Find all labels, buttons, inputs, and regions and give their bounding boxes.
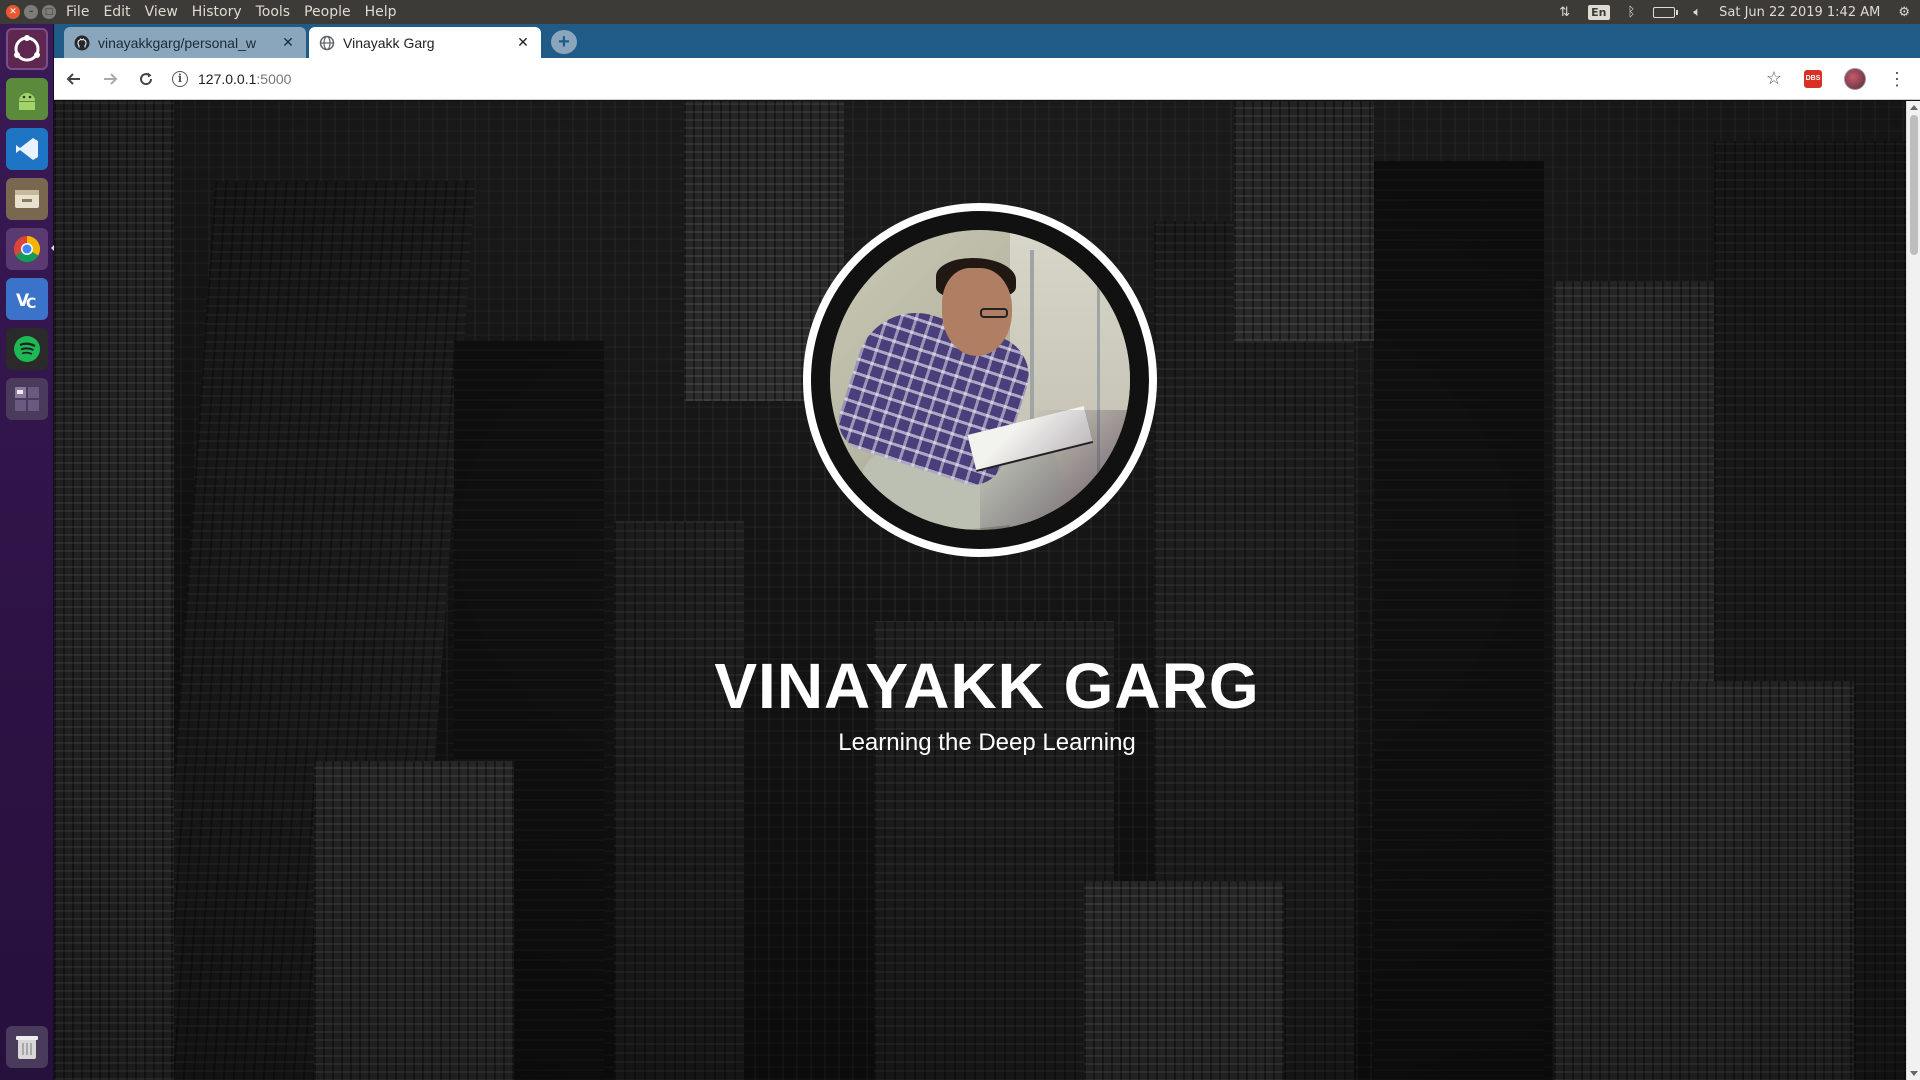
scroll-down-icon[interactable] — [1910, 1071, 1918, 1076]
profile-picture-frame — [803, 203, 1157, 557]
workspace-switcher-icon[interactable] — [6, 378, 48, 420]
chrome-icon[interactable] — [6, 228, 48, 270]
close-tab-icon[interactable]: ✕ — [280, 34, 296, 51]
new-tab-button[interactable]: + — [551, 30, 577, 54]
menu-tools[interactable]: Tools — [254, 4, 293, 20]
spotify-icon[interactable] — [6, 328, 48, 370]
hero-name: VINAYAKK GARG — [714, 650, 1260, 722]
site-info-icon[interactable]: i — [172, 70, 188, 87]
vnc-viewer-icon[interactable]: VC — [6, 278, 48, 320]
menu-history[interactable]: History — [190, 4, 244, 20]
extension-icon[interactable]: DBS — [1804, 69, 1822, 88]
menu-people[interactable]: People — [302, 4, 353, 20]
profile-avatar[interactable] — [1844, 67, 1866, 90]
minimize-window-icon[interactable]: – — [24, 5, 38, 19]
close-window-icon[interactable]: ✕ — [6, 5, 20, 19]
forward-button[interactable] — [94, 63, 126, 95]
trash-icon[interactable] — [6, 1026, 48, 1068]
page-viewport: VINAYAKK GARG Learning the Deep Learning — [54, 101, 1920, 1080]
clock[interactable]: Sat Jun 22 2019 1:42 AM — [1719, 5, 1880, 20]
unity-launcher: VC — [0, 24, 56, 1080]
keyboard-layout-indicator[interactable]: En — [1588, 4, 1610, 20]
system-indicators: ⇅ En ᛒ 🔈︎ Sat Jun 22 2019 1:42 AM ⚙ — [1559, 4, 1920, 20]
volume-muted-icon[interactable]: 🔈︎ — [1693, 5, 1701, 20]
reload-icon — [140, 72, 153, 85]
bookmark-star-icon[interactable]: ☆ — [1766, 68, 1782, 89]
reload-button[interactable] — [130, 63, 162, 95]
window-controls: ✕ – □ — [0, 5, 64, 19]
menu-help[interactable]: Help — [363, 4, 399, 20]
github-icon — [74, 35, 90, 51]
scrollbar-thumb[interactable] — [1910, 115, 1918, 255]
scroll-up-icon[interactable] — [1910, 105, 1918, 110]
files-icon[interactable] — [6, 178, 48, 220]
back-button[interactable] — [58, 63, 90, 95]
chrome-window: vinayakkgarg/personal_w ✕ Vinayakk Garg … — [54, 24, 1920, 1080]
tab-title: Vinayakk Garg — [343, 34, 435, 51]
bluetooth-icon[interactable]: ᛒ — [1628, 5, 1636, 20]
battery-icon[interactable] — [1653, 6, 1679, 18]
tab-github-repo[interactable]: vinayakkgarg/personal_w ✕ — [64, 27, 306, 58]
back-arrow-icon — [66, 72, 80, 85]
url-host: 127.0.0.1 — [198, 70, 257, 87]
profile-photo — [830, 230, 1130, 530]
menu-kebab-icon[interactable]: ⋮ — [1888, 70, 1906, 88]
maximize-window-icon[interactable]: □ — [42, 5, 56, 19]
close-tab-icon[interactable]: ✕ — [515, 34, 531, 51]
hero-tagline: Learning the Deep Learning — [838, 729, 1136, 756]
settings-gear-icon[interactable]: ⚙ — [1898, 5, 1910, 20]
tab-title: vinayakkgarg/personal_w — [98, 34, 256, 51]
address-bar[interactable]: i 127.0.0.1:5000 — [172, 64, 1766, 94]
page-scrollbar[interactable] — [1906, 101, 1920, 1080]
menubar: File Edit View History Tools People Help — [64, 4, 399, 20]
url-port: :5000 — [256, 70, 292, 87]
menu-view[interactable]: View — [143, 4, 180, 20]
network-arrows-icon[interactable]: ⇅ — [1559, 5, 1570, 20]
ubuntu-dash-icon[interactable] — [6, 28, 48, 70]
tab-strip: vinayakkgarg/personal_w ✕ Vinayakk Garg … — [54, 24, 1920, 58]
menu-file[interactable]: File — [64, 4, 91, 20]
top-panel: ✕ – □ File Edit View History Tools Peopl… — [0, 0, 1920, 24]
android-studio-icon[interactable] — [6, 78, 48, 120]
browser-toolbar: i 127.0.0.1:5000 ☆ DBS ⋮ — [54, 58, 1920, 100]
svg-text:C: C — [26, 296, 36, 312]
forward-arrow-icon — [104, 72, 118, 85]
toolbar-actions: ☆ DBS ⋮ — [1766, 67, 1920, 90]
tab-vinayakk-garg[interactable]: Vinayakk Garg ✕ — [309, 27, 541, 58]
globe-icon — [319, 35, 335, 51]
vscode-icon[interactable] — [6, 128, 48, 170]
menu-edit[interactable]: Edit — [101, 4, 132, 20]
